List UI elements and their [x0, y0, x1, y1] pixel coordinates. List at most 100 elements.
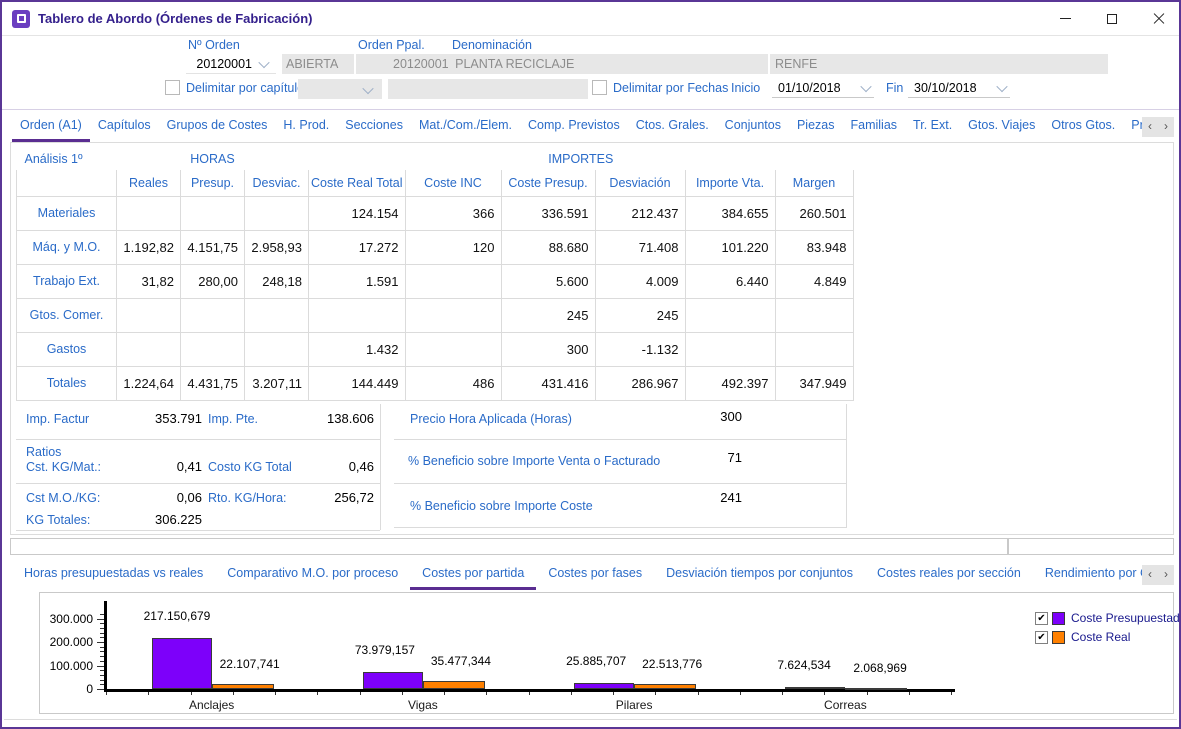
bar-value-label: 25.885,707 — [566, 654, 626, 668]
category-label: Correas — [740, 698, 950, 712]
x-tick — [951, 692, 952, 695]
kg-totales-value: 306.225 — [122, 512, 202, 527]
y-tick-label: 100.000 — [40, 659, 93, 673]
cell: 83.948 — [775, 230, 853, 264]
x-tick — [444, 692, 445, 695]
column-header: Reales — [117, 170, 181, 196]
cell: 336.591 — [501, 196, 595, 230]
scroll-right-icon[interactable]: › — [1158, 117, 1174, 137]
tab-primas[interactable]: Primas — [1123, 112, 1144, 142]
divider — [16, 483, 380, 484]
tab-desviacion-tiempos-por-conjuntos[interactable]: Desviación tiempos por conjuntos — [654, 560, 865, 590]
tab-horas-presupuestadas-vs-reales[interactable]: Horas presupuestadas vs reales — [12, 560, 215, 590]
y-tick — [100, 684, 104, 685]
tab-secciones[interactable]: Secciones — [337, 112, 411, 142]
bar-value-label: 7.624,534 — [777, 658, 830, 672]
chart-bar-real — [212, 684, 274, 689]
primary-tabs-scroll: ‹› — [1142, 117, 1174, 137]
costes-por-partida-chart-panel: 0100.000200.000300.000217.150,67922.107,… — [39, 592, 1174, 714]
x-tick — [867, 692, 868, 695]
y-tick — [97, 666, 104, 667]
tab-familias[interactable]: Familias — [843, 112, 906, 142]
cell — [405, 332, 501, 366]
tab-costes-reales-por-seccion[interactable]: Costes reales por sección — [865, 560, 1033, 590]
cell — [685, 298, 775, 332]
chevron-down-icon — [996, 80, 1007, 91]
minimize-button[interactable] — [1043, 2, 1087, 35]
column-header: Coste Presup. — [501, 170, 595, 196]
capitulo-combobox — [298, 79, 382, 99]
legend-item-coste-real: ✔ Coste Real — [1035, 630, 1181, 644]
cell: 245 — [501, 298, 595, 332]
cell: 366 — [405, 196, 501, 230]
bar-value-label: 217.150,679 — [144, 609, 211, 623]
tab-mat-com-elem[interactable]: Mat./Com./Elem. — [411, 112, 520, 142]
tab-gtos-viajes[interactable]: Gtos. Viajes — [960, 112, 1043, 142]
tab-orden-a1[interactable]: Orden (A1) — [12, 112, 90, 142]
cell: 286.967 — [595, 366, 685, 400]
x-tick — [317, 692, 318, 695]
tab-tr-ext[interactable]: Tr. Ext. — [905, 112, 960, 142]
tab-piezas[interactable]: Piezas — [789, 112, 843, 142]
fecha-inicio-picker[interactable]: 01/10/2018 — [772, 78, 874, 98]
tab-otros-gtos[interactable]: Otros Gtos. — [1043, 112, 1123, 142]
cell — [245, 196, 309, 230]
y-tick-label: 0 — [40, 682, 93, 696]
x-tick — [106, 692, 107, 695]
scroll-left-icon[interactable]: ‹ — [1142, 565, 1158, 585]
row-label: Trabajo Ext. — [17, 264, 117, 298]
y-tick-label: 300.000 — [40, 612, 93, 626]
delimitar-fechas-label: Delimitar por Fechas — [613, 81, 728, 95]
fecha-inicio-value: 01/10/2018 — [772, 81, 854, 95]
maximize-button[interactable] — [1090, 2, 1134, 35]
title-bar: Tablero de Abordo (Órdenes de Fabricació… — [2, 2, 1179, 36]
tab-h-prod[interactable]: H. Prod. — [275, 112, 337, 142]
delimitar-capitulo-label: Delimitar por capítulo — [186, 81, 304, 95]
tab-comp-previstos[interactable]: Comp. Previstos — [520, 112, 628, 142]
rto-kg-hora-value: 256,72 — [302, 490, 374, 505]
tab-costes-por-fases[interactable]: Costes por fases — [536, 560, 654, 590]
tab-rendimiento-por-c[interactable]: Rendimiento por C — [1033, 560, 1144, 590]
divider — [394, 439, 846, 440]
tab-conjuntos[interactable]: Conjuntos — [717, 112, 789, 142]
scroll-right-icon[interactable]: › — [1158, 565, 1174, 585]
tab-grupos-de-costes[interactable]: Grupos de Costes — [159, 112, 276, 142]
tab-capitulos[interactable]: Capítulos — [90, 112, 159, 142]
close-icon — [1153, 13, 1165, 25]
column-header: Coste Real Total — [309, 170, 406, 196]
primary-tabstrip: Orden (A1) Capítulos Grupos de Costes H.… — [12, 112, 1144, 142]
orden-ppal-value: 20120001 — [393, 57, 449, 71]
row-label: Gastos — [17, 332, 117, 366]
table-row: Trabajo Ext.31,82280,00248,181.5915.6004… — [17, 264, 854, 298]
legend-checkbox-real[interactable]: ✔ — [1035, 631, 1048, 644]
column-header: Coste INC — [405, 170, 501, 196]
divider — [394, 483, 846, 484]
cell: 71.408 — [595, 230, 685, 264]
cell: 347.949 — [775, 366, 853, 400]
chevron-down-icon — [860, 80, 871, 91]
legend-checkbox-presupuestado[interactable]: ✔ — [1035, 612, 1048, 625]
y-axis — [104, 601, 107, 692]
cell: 1.192,82 — [117, 230, 181, 264]
delimitar-capitulo-checkbox[interactable] — [165, 80, 180, 95]
cell: 124.154 — [309, 196, 406, 230]
cell: 6.440 — [685, 264, 775, 298]
cell: 280,00 — [181, 264, 245, 298]
x-tick — [402, 692, 403, 695]
close-button[interactable] — [1137, 2, 1181, 35]
n-orden-combobox[interactable]: 20120001 — [186, 54, 276, 74]
tab-comparativo-mo-por-proceso[interactable]: Comparativo M.O. por proceso — [215, 560, 410, 590]
imp-pte-label: Imp. Pte. — [208, 412, 258, 426]
scroll-left-icon[interactable]: ‹ — [1142, 117, 1158, 137]
cell — [775, 298, 853, 332]
cell: 4.009 — [595, 264, 685, 298]
divider — [16, 530, 380, 531]
importes-group-header: IMPORTES — [309, 148, 854, 170]
cst-mo-kg-label: Cst M.O./KG: — [26, 491, 100, 505]
y-tick — [100, 656, 104, 657]
fecha-fin-picker[interactable]: 30/10/2018 — [908, 78, 1010, 98]
tab-costes-por-partida[interactable]: Costes por partida — [410, 560, 536, 590]
tab-ctos-grales[interactable]: Ctos. Grales. — [628, 112, 717, 142]
row-label: Gtos. Comer. — [17, 298, 117, 332]
delimitar-fechas-checkbox[interactable] — [592, 80, 607, 95]
